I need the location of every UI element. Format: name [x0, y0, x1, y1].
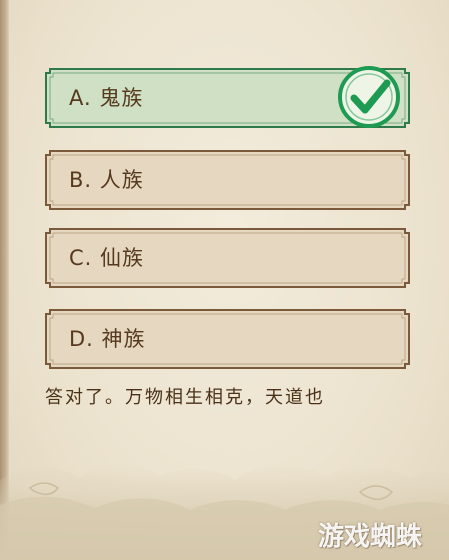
option-b-label: B. 人族	[69, 168, 144, 192]
option-b[interactable]: B. 人族	[45, 150, 410, 210]
option-d[interactable]: D. 神族	[45, 309, 410, 369]
option-a[interactable]: A. 鬼族	[45, 66, 410, 128]
option-d-label: D. 神族	[69, 327, 146, 351]
option-c[interactable]: C. 仙族	[45, 228, 410, 288]
watermark-logo: 游戏蜘蛛	[318, 522, 423, 552]
option-a-label: A. 鬼族	[69, 86, 144, 110]
option-c-label: C. 仙族	[69, 246, 145, 270]
check-mark-icon	[338, 66, 400, 128]
answer-feedback-text: 答对了。万物相生相克，天道也	[45, 387, 325, 408]
